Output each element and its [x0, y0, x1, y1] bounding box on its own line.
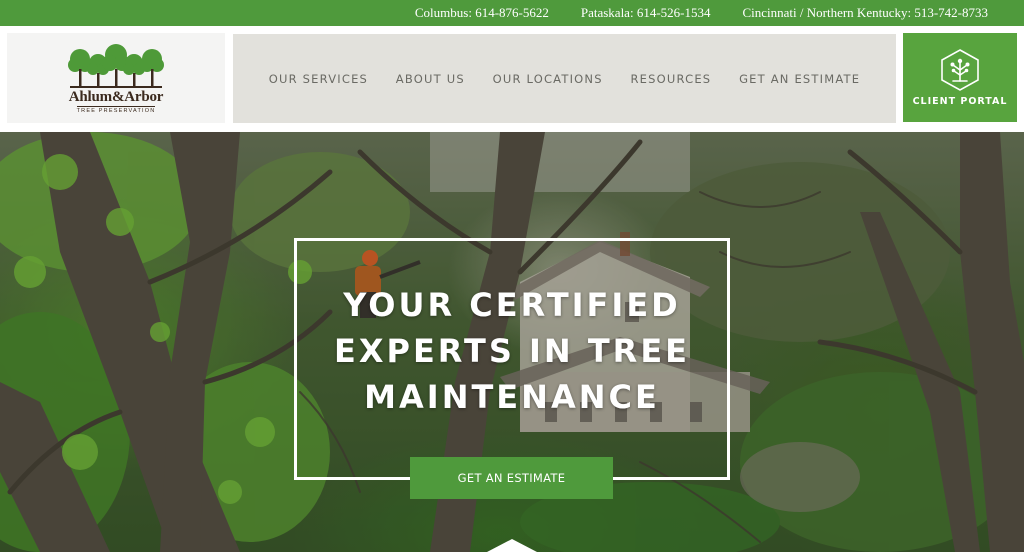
- client-portal-label: CLIENT PORTAL: [912, 96, 1008, 107]
- client-portal-button[interactable]: CLIENT PORTAL: [903, 33, 1017, 122]
- hero-get-estimate-button[interactable]: GET AN ESTIMATE: [410, 457, 613, 499]
- nav-about-us[interactable]: ABOUT US: [396, 72, 465, 86]
- hero-section: YOUR CERTIFIED EXPERTS IN TREE MAINTENAN…: [0, 132, 1024, 552]
- logo[interactable]: Ahlum&Arbor TREE PRESERVATION: [7, 33, 225, 123]
- hero-title-line-1: YOUR CERTIFIED: [343, 286, 681, 324]
- site-header: Ahlum&Arbor TREE PRESERVATION OUR SERVIC…: [0, 26, 1024, 132]
- phone-cincinnati[interactable]: Cincinnati / Northern Kentucky: 513-742-…: [742, 5, 988, 21]
- nav-our-services[interactable]: OUR SERVICES: [269, 72, 368, 86]
- main-nav: OUR SERVICES ABOUT US OUR LOCATIONS RESO…: [233, 34, 896, 123]
- hero-title: YOUR CERTIFIED EXPERTS IN TREE MAINTENAN…: [294, 282, 730, 420]
- chevron-down-icon[interactable]: [487, 538, 537, 552]
- hero-title-line-3: MAINTENANCE: [364, 378, 660, 416]
- logo-subtitle: TREE PRESERVATION: [76, 105, 156, 114]
- top-phone-bar: Columbus: 614-876-5622 Pataskala: 614-52…: [0, 0, 1024, 26]
- hero-title-line-2: EXPERTS IN TREE: [333, 332, 691, 370]
- logo-name: Ahlum&Arbor: [68, 88, 164, 105]
- phone-pataskala[interactable]: Pataskala: 614-526-1534: [581, 5, 711, 21]
- phone-columbus[interactable]: Columbus: 614-876-5622: [415, 5, 549, 21]
- nav-resources[interactable]: RESOURCES: [630, 72, 711, 86]
- tree-hexagon-icon: [941, 49, 979, 91]
- nav-our-locations[interactable]: OUR LOCATIONS: [493, 72, 603, 86]
- nav-get-an-estimate[interactable]: GET AN ESTIMATE: [739, 72, 860, 86]
- tree-logo-icon: [68, 43, 164, 88]
